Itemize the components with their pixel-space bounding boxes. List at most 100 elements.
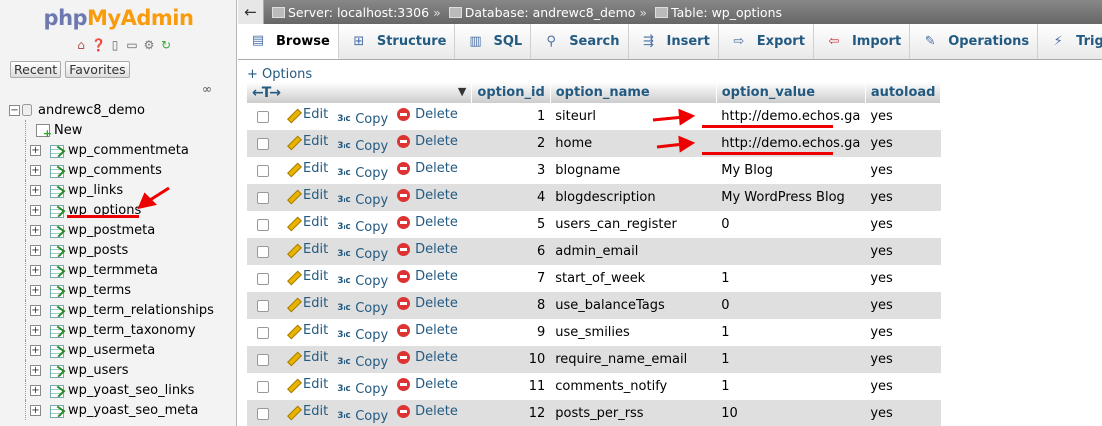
- tree-table-name[interactable]: wp_yoast_seo_meta: [68, 403, 198, 418]
- copy-link[interactable]: 3ᵢc Copy: [337, 139, 388, 154]
- cell-option-name[interactable]: users_can_register: [550, 211, 717, 238]
- cell-option-id[interactable]: 2: [471, 130, 551, 157]
- copy-link[interactable]: 3ᵢc Copy: [337, 193, 388, 208]
- collapse-icon[interactable]: −: [9, 104, 20, 116]
- copy-icon[interactable]: ▭: [125, 38, 139, 52]
- delete-link[interactable]: Delete: [397, 323, 458, 338]
- cell-option-name[interactable]: comments_notify: [550, 373, 717, 400]
- table-structure-icon[interactable]: [50, 364, 64, 378]
- cell-option-name[interactable]: blogdescription: [550, 184, 717, 211]
- copy-link[interactable]: 3ᵢc Copy: [337, 274, 388, 289]
- cell-autoload[interactable]: yes: [865, 157, 941, 184]
- column-header-option-name[interactable]: option_name: [550, 82, 717, 103]
- tree-table-name[interactable]: wp_commentmeta: [68, 143, 189, 158]
- cell-autoload[interactable]: yes: [865, 346, 941, 373]
- help-icon[interactable]: ❓: [91, 38, 106, 52]
- tab-import[interactable]: ⇦ Import: [814, 24, 911, 59]
- cell-option-name[interactable]: use_balanceTags: [550, 292, 717, 319]
- edit-link[interactable]: Edit: [285, 323, 328, 338]
- edit-link[interactable]: Edit: [285, 215, 328, 230]
- column-header-autoload[interactable]: autoload: [865, 82, 942, 103]
- favorites-button[interactable]: Favorites: [65, 61, 130, 78]
- cell-autoload[interactable]: yes: [865, 319, 941, 346]
- tree-table-name[interactable]: wp_postmeta: [68, 223, 155, 238]
- table-structure-icon[interactable]: [50, 164, 64, 178]
- edit-link[interactable]: Edit: [285, 242, 328, 257]
- row-checkbox[interactable]: [257, 165, 269, 177]
- delete-link[interactable]: Delete: [397, 404, 458, 419]
- row-checkbox[interactable]: [257, 354, 269, 366]
- tree-table-name[interactable]: wp_terms: [68, 283, 131, 298]
- row-checkbox[interactable]: [257, 111, 269, 123]
- tree-table-name[interactable]: wp_posts: [68, 243, 128, 258]
- breadcrumb-server[interactable]: Server: localhost:3306»: [272, 5, 441, 20]
- database-name[interactable]: andrewc8_demo: [38, 103, 145, 118]
- cell-option-id[interactable]: 5: [471, 211, 551, 238]
- tab-sql[interactable]: ▥ SQL: [455, 24, 532, 59]
- tree-table-item[interactable]: + wp_yoast_seo_links: [9, 380, 214, 400]
- tree-table-item[interactable]: + wp_usermeta: [9, 340, 214, 360]
- row-checkbox[interactable]: [257, 138, 269, 150]
- row-checkbox[interactable]: [257, 273, 269, 285]
- expand-icon[interactable]: +: [30, 304, 41, 316]
- cell-autoload[interactable]: yes: [865, 265, 941, 292]
- tree-table-name[interactable]: wp_users: [68, 363, 129, 378]
- cell-option-value[interactable]: 0: [716, 292, 866, 319]
- tree-table-name[interactable]: wp_term_relationships: [68, 303, 214, 318]
- cell-autoload[interactable]: yes: [865, 400, 941, 426]
- table-structure-icon[interactable]: [50, 224, 64, 238]
- cell-option-name[interactable]: home: [550, 130, 717, 157]
- tree-table-name[interactable]: wp_yoast_seo_links: [68, 383, 194, 398]
- cell-option-id[interactable]: 7: [471, 265, 551, 292]
- cell-autoload[interactable]: yes: [865, 373, 941, 400]
- table-structure-icon[interactable]: [50, 304, 64, 318]
- cell-option-name[interactable]: admin_email: [550, 238, 717, 265]
- tree-database[interactable]: − andrewc8_demo: [9, 100, 214, 120]
- tree-table-item[interactable]: + wp_links: [9, 180, 214, 200]
- cell-autoload[interactable]: yes: [865, 292, 941, 319]
- expand-icon[interactable]: +: [30, 204, 41, 216]
- expand-icon[interactable]: +: [30, 404, 41, 416]
- cell-option-id[interactable]: 1: [471, 103, 551, 130]
- delete-link[interactable]: Delete: [397, 296, 458, 311]
- tab-search[interactable]: ⚲ Search: [531, 24, 629, 59]
- expand-icon[interactable]: +: [30, 164, 41, 176]
- expand-icon[interactable]: +: [30, 264, 41, 276]
- tree-table-name[interactable]: wp_usermeta: [68, 343, 155, 358]
- tree-table-item[interactable]: + wp_users: [9, 360, 214, 380]
- cell-option-name[interactable]: posts_per_rss: [550, 400, 717, 426]
- edit-link[interactable]: Edit: [285, 296, 328, 311]
- cell-option-value[interactable]: 1: [716, 319, 866, 346]
- edit-link[interactable]: Edit: [285, 269, 328, 284]
- delete-link[interactable]: Delete: [397, 188, 458, 203]
- tree-table-name[interactable]: wp_term_taxonomy: [68, 323, 196, 338]
- expand-icon[interactable]: +: [30, 244, 41, 256]
- row-checkbox[interactable]: [257, 300, 269, 312]
- cell-option-value[interactable]: 1: [716, 265, 866, 292]
- edit-link[interactable]: Edit: [285, 350, 328, 365]
- edit-link[interactable]: Edit: [285, 377, 328, 392]
- expand-icon[interactable]: +: [30, 364, 41, 376]
- table-structure-icon[interactable]: [50, 244, 64, 258]
- edit-link[interactable]: Edit: [285, 107, 328, 122]
- cell-option-id[interactable]: 6: [471, 238, 551, 265]
- cell-option-value[interactable]: 10: [716, 400, 866, 426]
- delete-link[interactable]: Delete: [397, 107, 458, 122]
- tab-structure[interactable]: ⊞ Structure: [339, 24, 456, 59]
- cell-option-id[interactable]: 8: [471, 292, 551, 319]
- cell-option-value[interactable]: 1: [716, 346, 866, 373]
- expand-icon[interactable]: +: [30, 384, 41, 396]
- link-with-main-panel-icon[interactable]: ∞: [202, 82, 212, 96]
- delete-link[interactable]: Delete: [397, 134, 458, 149]
- expand-icon[interactable]: +: [30, 224, 41, 236]
- table-structure-icon[interactable]: [50, 284, 64, 298]
- row-checkbox[interactable]: [257, 219, 269, 231]
- copy-link[interactable]: 3ᵢc Copy: [337, 382, 388, 397]
- copy-link[interactable]: 3ᵢc Copy: [337, 220, 388, 235]
- cell-option-id[interactable]: 10: [471, 346, 551, 373]
- delete-link[interactable]: Delete: [397, 161, 458, 176]
- breadcrumb-table[interactable]: Table: wp_options: [655, 5, 782, 20]
- cell-option-id[interactable]: 3: [471, 157, 551, 184]
- delete-link[interactable]: Delete: [397, 215, 458, 230]
- copy-link[interactable]: 3ᵢc Copy: [337, 301, 388, 316]
